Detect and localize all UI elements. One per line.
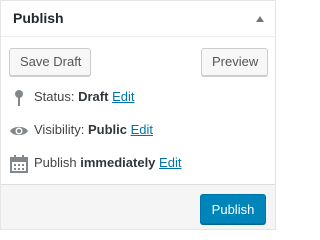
calendar-icon [9,154,29,174]
save-draft-button[interactable]: Save Draft [9,48,91,76]
major-publishing-actions: Publish [1,184,275,229]
box-title: Publish [13,10,64,26]
publish-schedule-row: Publish immediately Edit [9,152,181,174]
status-label: Status: [34,89,75,104]
preview-button[interactable]: Preview [201,48,268,76]
publish-box: Publish Save Draft Preview Status: Draft… [0,0,276,230]
eye-icon [9,121,29,141]
status-row: Status: Draft Edit [9,86,134,108]
publish-button[interactable]: Publish [200,194,266,224]
publish-schedule-label: Publish [34,155,77,170]
collapse-toggle[interactable] [239,1,275,37]
triangle-up-icon [256,16,264,22]
pin-icon [9,88,29,108]
visibility-row: Visibility: Public Edit [9,119,153,141]
edit-visibility-link[interactable]: Edit [131,122,153,137]
status-value: Draft [78,89,109,104]
publish-schedule-value: immediately [80,155,156,170]
edit-schedule-link[interactable]: Edit [159,155,181,170]
edit-status-link[interactable]: Edit [112,89,134,104]
visibility-value: Public [87,122,127,137]
visibility-label: Visibility: [34,122,85,137]
box-header: Publish [1,1,275,37]
